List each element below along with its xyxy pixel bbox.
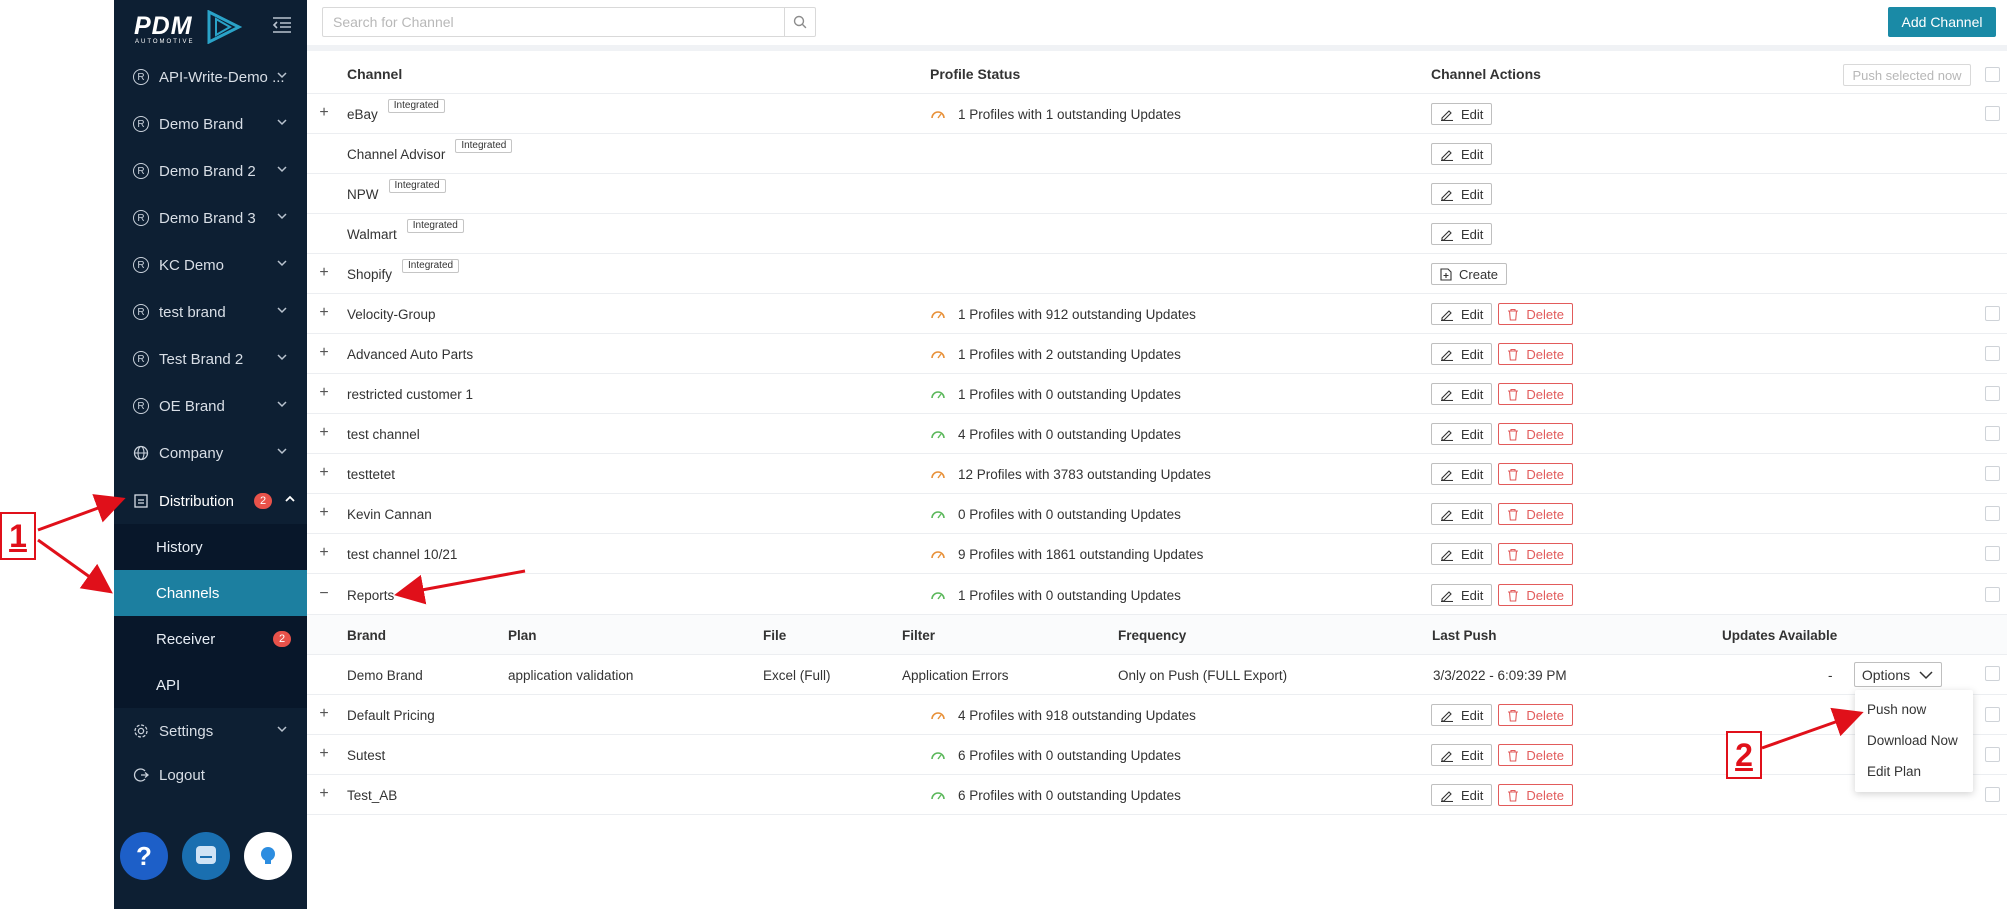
arrow-to-distribution [37,494,126,532]
arrow-to-channels [37,538,113,594]
arrow-to-push-now [1761,707,1864,750]
annotation-arrows [37,494,1864,750]
page: PDM AUTOMOTIVE R API-Write-Demo ... R Demo… [0,0,2007,909]
arrow-to-reports [394,569,526,605]
